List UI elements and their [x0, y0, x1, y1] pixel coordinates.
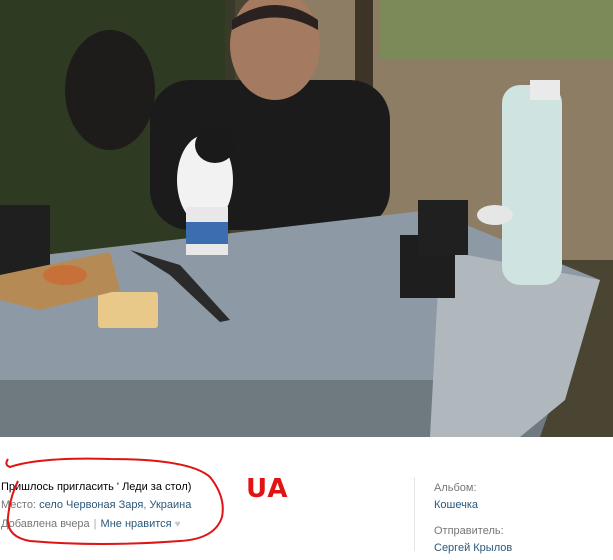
sender-link[interactable]: Сергей Крылов	[434, 542, 512, 554]
divider	[414, 477, 415, 551]
sender-label: Отправитель:	[434, 525, 504, 537]
like-link[interactable]: Мне нравится	[101, 518, 172, 530]
added-date: Добавлена вчера	[1, 518, 90, 530]
photo-info-panel: Пришлось пригласить ' Леди за стол) Мест…	[0, 437, 613, 555]
album-label: Альбом:	[434, 482, 477, 494]
meta-line: Добавлена вчера | Мне нравится ♥	[1, 518, 181, 530]
photo[interactable]	[0, 0, 613, 437]
photo-image	[0, 0, 613, 437]
place-separator: ,	[143, 499, 147, 511]
album-block: Альбом: Кошечка	[434, 480, 478, 514]
place-village-link[interactable]: село Червоная Заря	[39, 499, 143, 511]
place-country-link[interactable]: Украина	[149, 499, 191, 511]
heart-icon[interactable]: ♥	[175, 519, 181, 530]
album-link[interactable]: Кошечка	[434, 499, 478, 511]
place-line: Место: село Червоная Заря, Украина	[1, 499, 191, 511]
sender-block: Отправитель: Сергей Крылов	[434, 523, 512, 557]
place-label: Место:	[1, 499, 36, 511]
photo-caption: Пришлось пригласить ' Леди за стол)	[1, 481, 192, 493]
meta-separator: |	[93, 518, 97, 530]
